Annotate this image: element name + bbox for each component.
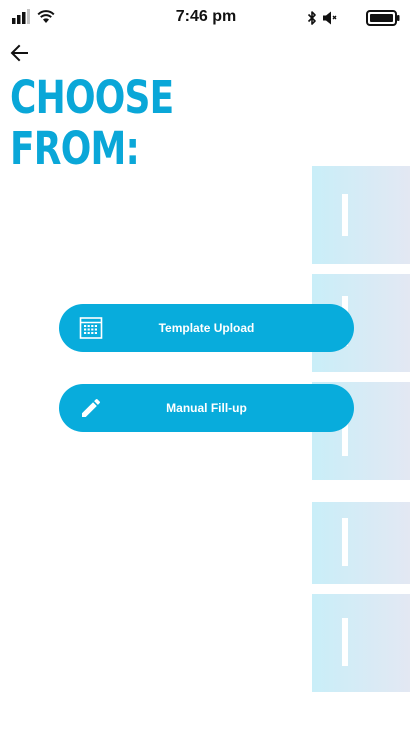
- manual-fillup-label: Manual Fill-up: [166, 401, 247, 415]
- battery-icon: [366, 10, 400, 26]
- page-title-line-1: CHOOSE: [10, 71, 174, 124]
- screen: 7:46 pm CHOOSE FROM: Template Upload Man…: [0, 0, 412, 735]
- volume-mute-icon: [323, 11, 337, 25]
- page-title: CHOOSE FROM:: [10, 72, 202, 174]
- bluetooth-icon: [307, 11, 316, 25]
- manual-fillup-button[interactable]: Manual Fill-up: [59, 384, 354, 432]
- template-upload-button[interactable]: Template Upload: [59, 304, 354, 352]
- back-button[interactable]: [8, 41, 32, 65]
- status-time: 7:46 pm: [175, 8, 237, 25]
- arrow-left-icon: [10, 44, 28, 62]
- page-title-line-2: FROM:: [10, 122, 140, 175]
- template-upload-label: Template Upload: [158, 321, 255, 335]
- status-bar: 7:46 pm: [0, 0, 412, 36]
